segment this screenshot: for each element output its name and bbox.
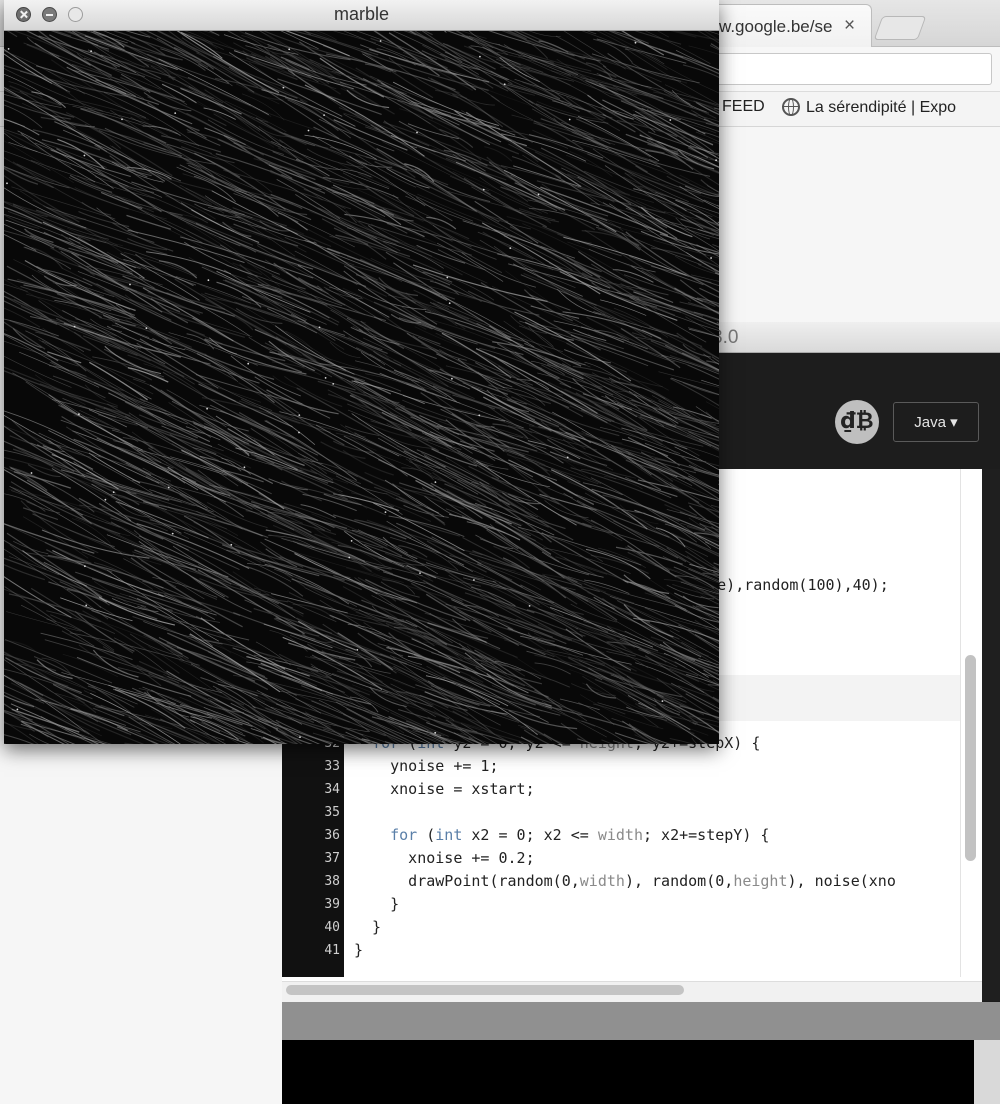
code-line: for (int x2 = 0; x2 <= width; x2+=stepY)… [390, 826, 770, 844]
sketch-canvas[interactable] [4, 31, 719, 744]
code-line: xnoise = xstart; [354, 780, 535, 798]
globe-icon [782, 98, 800, 116]
line-number: 38 [324, 874, 340, 889]
line-number: 34 [324, 782, 340, 797]
line-number: 37 [324, 851, 340, 866]
sketch-window-title: marble [333, 4, 390, 24]
horizontal-scrollbar-thumb[interactable] [286, 985, 684, 995]
new-tab-button[interactable] [873, 16, 927, 40]
bookmark-feed[interactable]: FEED [722, 98, 765, 116]
code-line: ynoise += 1; [354, 757, 499, 775]
vertical-scrollbar-thumb[interactable] [965, 655, 976, 861]
line-number: 33 [324, 759, 340, 774]
line-number: 40 [324, 920, 340, 935]
code-line: } [354, 941, 364, 959]
ide-status-bar [282, 1002, 1000, 1040]
code-line: xnoise += 0.2; [354, 849, 535, 867]
editor-right-edge [982, 469, 1000, 1001]
line-number: 41 [324, 943, 340, 958]
code-line: } [354, 918, 382, 936]
line-number: 35 [324, 805, 340, 820]
code-line: } [354, 895, 400, 913]
mode-select[interactable]: Java ▾ [893, 402, 979, 442]
bookmark-serendipite[interactable]: La sérendipité | Expo [782, 98, 956, 117]
mode-icon[interactable]: ₫₿ [835, 400, 879, 444]
ide-console[interactable] [282, 1040, 1000, 1104]
url-input[interactable] [700, 53, 992, 85]
line-number: 36 [324, 828, 340, 843]
code-line: drawPoint(random(0,width), random(0,heig… [354, 872, 896, 890]
close-icon[interactable]: × [844, 15, 855, 37]
marble-texture [4, 31, 719, 744]
browser-tab-title: w.google.be/se [719, 17, 833, 36]
bookmark-label: La sérendipité | Expo [806, 99, 957, 116]
console-edge [974, 1040, 1000, 1104]
sketch-window: marble [4, 0, 719, 744]
sketch-titlebar[interactable]: marble [4, 0, 719, 31]
line-number: 39 [324, 897, 340, 912]
